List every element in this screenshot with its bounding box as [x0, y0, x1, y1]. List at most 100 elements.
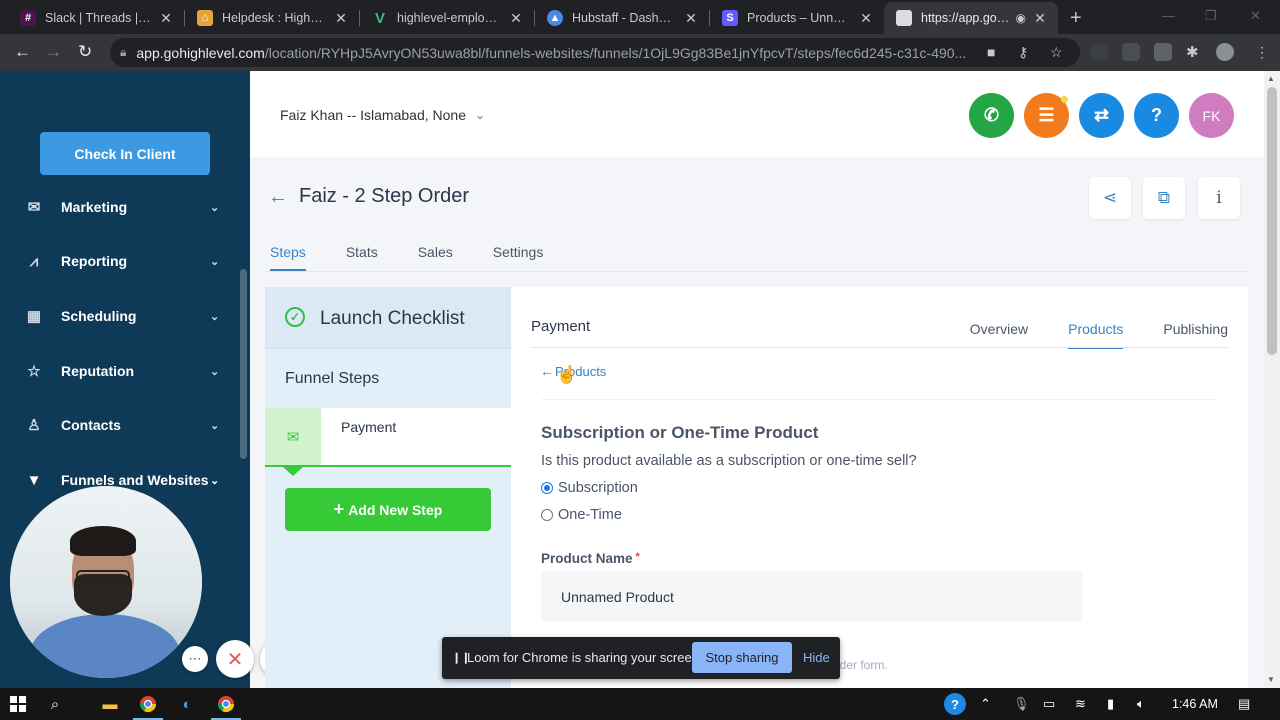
close-icon[interactable]: ✕: [858, 10, 874, 27]
extension-loom-icon[interactable]: [1090, 43, 1108, 61]
chevron-down-icon: ⌄: [210, 310, 220, 323]
loom-cancel-button[interactable]: ✕: [216, 640, 254, 678]
window-close-icon[interactable]: ✕: [1250, 8, 1261, 24]
tab-publishing[interactable]: Publishing: [1163, 321, 1228, 349]
chevron-down-icon: ⌄: [210, 201, 220, 214]
forward-icon[interactable]: →: [45, 42, 62, 62]
address-bar[interactable]: 🔒︎ app.gohighlevel.com /location/RYHpJ5A…: [110, 38, 1080, 67]
list-icon: ☰: [1038, 105, 1055, 125]
restore-icon[interactable]: ❐: [1205, 8, 1217, 24]
webcam-bubble[interactable]: [10, 486, 202, 678]
microphone-active-icon[interactable]: ▮: [1107, 696, 1114, 712]
wifi-icon[interactable]: ≋: [1075, 696, 1086, 712]
extension-code-icon[interactable]: [1154, 43, 1172, 61]
sidebar-item-reporting[interactable]: ⩘ Reporting ⌄: [0, 241, 230, 281]
browser-tab-highlevel-employee[interactable]: V highlevel-employee ✕: [360, 2, 534, 34]
step-detail-panel: Payment Overview Products Publishing ← P…: [511, 287, 1248, 688]
user-avatar-button[interactable]: FK: [1189, 93, 1234, 138]
open-external-button[interactable]: ⧉: [1143, 177, 1185, 219]
extensions-puzzle-icon[interactable]: ✱: [1186, 43, 1199, 61]
share-button[interactable]: ⋖: [1089, 177, 1131, 219]
camera-blocked-icon[interactable]: ■: [987, 44, 995, 60]
chevron-up-icon[interactable]: ⌃: [980, 696, 991, 712]
back-arrow-icon[interactable]: ←: [268, 186, 288, 209]
location-switcher[interactable]: Faiz Khan -- Islamabad, None ⌄: [280, 107, 485, 123]
extension-pen-icon[interactable]: [1122, 43, 1140, 61]
browser-tab-slack[interactable]: # Slack | Threads | GoHighLevel ✕: [8, 2, 184, 34]
radio-button[interactable]: [541, 509, 553, 521]
scrollbar-thumb[interactable]: [1267, 87, 1277, 355]
tabs-divider: [265, 271, 1248, 272]
back-icon[interactable]: ←: [14, 42, 31, 62]
radio-button-selected[interactable]: [541, 482, 553, 494]
tasks-button[interactable]: ☰: [1024, 93, 1069, 138]
tab-products[interactable]: Products: [1068, 321, 1124, 349]
radio-subscription[interactable]: Subscription: [541, 480, 638, 496]
help-button[interactable]: ?: [1134, 93, 1179, 138]
scroll-up-icon[interactable]: ▲: [1267, 74, 1275, 83]
file-explorer-icon[interactable]: ▬: [100, 694, 120, 714]
hubstaff-icon: ▲: [547, 10, 563, 26]
radio-one-time[interactable]: One-Time: [541, 507, 622, 523]
close-icon[interactable]: ✕: [158, 10, 174, 27]
launch-checklist[interactable]: ✓ Launch Checklist: [265, 287, 511, 349]
chrome-secondary-icon[interactable]: [216, 694, 236, 714]
check-in-client-button[interactable]: Check In Client: [40, 132, 210, 175]
sidebar-item-scheduling[interactable]: ▦ Scheduling ⌄: [0, 296, 230, 336]
browser-tab-helpdesk[interactable]: ⌂ Helpdesk : HighLevel ✕: [185, 2, 359, 34]
step-title: Payment: [531, 318, 591, 335]
browser-tab-stripe-products[interactable]: S Products – Unnamed ✕: [710, 2, 884, 34]
bookmark-star-icon[interactable]: ☆: [1050, 44, 1063, 61]
profile-avatar-icon[interactable]: [1216, 43, 1234, 61]
tab-stats[interactable]: Stats: [346, 244, 378, 271]
sidebar-scrollbar[interactable]: [240, 269, 247, 459]
funnel-step-payment[interactable]: ✉ Payment: [265, 408, 511, 467]
browser-menu-icon[interactable]: ⋮: [1255, 44, 1269, 61]
key-icon[interactable]: ⚷: [1018, 44, 1028, 61]
edge-icon[interactable]: ◐: [177, 694, 197, 714]
tab-sales[interactable]: Sales: [418, 244, 453, 271]
minimize-icon[interactable]: —: [1162, 8, 1175, 23]
scroll-down-icon[interactable]: ▼: [1267, 675, 1275, 684]
star-icon: ☆: [27, 363, 41, 380]
swap-arrows-icon: ⇄: [1093, 105, 1110, 125]
funnel-steps-heading: Funnel Steps: [285, 370, 380, 387]
notifications-icon[interactable]: ▤: [1238, 696, 1250, 712]
tab-overview[interactable]: Overview: [970, 321, 1028, 349]
search-icon[interactable]: ⌕: [45, 694, 65, 714]
required-asterisk: *: [635, 551, 640, 563]
tab-steps[interactable]: Steps: [270, 244, 306, 271]
phone-button[interactable]: ✆: [969, 93, 1014, 138]
sidebar-item-contacts[interactable]: ♙ Contacts ⌄: [0, 405, 230, 445]
volume-icon[interactable]: 🔈︎: [1137, 696, 1145, 712]
switch-account-button[interactable]: ⇄: [1079, 93, 1124, 138]
hand-cursor-icon: ☝: [555, 365, 578, 385]
reload-icon[interactable]: ↻: [78, 42, 92, 62]
info-button[interactable]: i: [1198, 177, 1240, 219]
page-scrollbar[interactable]: ▲ ▼: [1264, 71, 1280, 688]
close-icon[interactable]: ✕: [1032, 10, 1048, 27]
new-tab-icon[interactable]: +: [1070, 7, 1082, 30]
product-name-input[interactable]: [541, 571, 1082, 622]
chrome-icon[interactable]: [138, 694, 158, 714]
microphone-icon[interactable]: 🎙︎: [1013, 696, 1030, 712]
close-icon[interactable]: ✕: [333, 10, 349, 27]
help-tray-icon[interactable]: ?: [944, 693, 966, 715]
taskbar-clock[interactable]: 1:46 AM: [1172, 697, 1218, 711]
stop-sharing-button[interactable]: Stop sharing: [692, 642, 792, 673]
browser-tab-hubstaff[interactable]: ▲ Hubstaff - Dashboard ✕: [535, 2, 709, 34]
close-icon[interactable]: ✕: [683, 10, 699, 27]
add-new-step-button[interactable]: + Add New Step: [285, 488, 491, 531]
chevron-down-icon: ⌄: [474, 108, 486, 122]
windows-start-icon[interactable]: [8, 694, 28, 714]
browser-tab-gohighlevel-active[interactable]: https://app.gohighlevel.com ◉ ✕: [884, 2, 1058, 34]
tab-settings[interactable]: Settings: [493, 244, 544, 271]
sidebar-item-reputation[interactable]: ☆ Reputation ⌄: [0, 351, 230, 391]
loom-more-button[interactable]: ⋯: [182, 646, 208, 672]
battery-icon[interactable]: ▭: [1043, 696, 1055, 712]
close-icon[interactable]: ✕: [508, 10, 524, 27]
sidebar-item-marketing[interactable]: ✉ Marketing ⌄: [0, 187, 230, 227]
step-tabs: Overview Products Publishing: [930, 321, 1228, 349]
step-tabs-divider: [531, 347, 1228, 348]
hide-banner-link[interactable]: Hide: [803, 650, 830, 665]
